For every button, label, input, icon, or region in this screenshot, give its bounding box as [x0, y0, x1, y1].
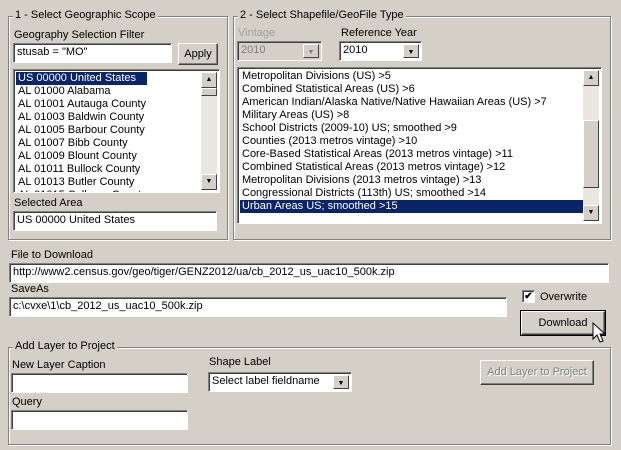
saveas-field[interactable]: c:\cvxe\1\cb_2012_us_uac10_500k.zip	[9, 297, 507, 317]
geography-list[interactable]: US 00000 United States AL 01000 Alabama AL…	[13, 69, 220, 193]
scroll-down-icon[interactable]: ▼	[201, 174, 217, 190]
vintage-select: 2010 ▼	[237, 41, 322, 61]
add-layer-button: Add Layer to Project	[480, 360, 594, 385]
chevron-down-icon[interactable]: ▼	[403, 44, 419, 58]
scroll-thumb[interactable]	[583, 120, 599, 188]
chevron-down-icon[interactable]: ▼	[333, 375, 349, 389]
add-layer-legend: Add Layer to Project	[13, 340, 117, 352]
list-item[interactable]: AL 01007 Bibb County	[16, 137, 147, 150]
filter-label: Geography Selection Filter	[14, 29, 145, 41]
list-item[interactable]: AL 01009 Blount County	[16, 150, 147, 163]
shape-label-value: Select label fieldname	[212, 375, 320, 387]
file-to-download-label: File to Download	[11, 249, 93, 261]
list-item[interactable]: AL 01015 Calhoun County	[16, 189, 147, 192]
vintage-value: 2010	[241, 44, 266, 56]
list-item[interactable]: AL 01013 Butler County	[16, 176, 147, 189]
reference-year-value: 2010	[343, 44, 368, 56]
new-layer-caption-label: New Layer Caption	[12, 359, 106, 371]
shapefile-type-legend: 2 - Select Shapefile/GeoFile Type	[238, 9, 406, 21]
list-item[interactable]: Congressional Districts (113th) US; smoo…	[240, 187, 583, 200]
reference-year-label: Reference Year	[341, 27, 417, 39]
reference-year-select[interactable]: 2010 ▼	[339, 41, 422, 61]
new-layer-caption-input[interactable]	[11, 373, 188, 393]
scroll-up-icon[interactable]: ▲	[583, 70, 599, 86]
query-input[interactable]	[11, 410, 188, 430]
shape-label-select[interactable]: Select label fieldname ▼	[208, 372, 352, 392]
apply-button[interactable]: Apply	[178, 43, 218, 65]
selected-area-label: Selected Area	[14, 197, 83, 209]
overwrite-label: Overwrite	[540, 291, 588, 303]
selected-area-field[interactable]: US 00000 United States	[13, 211, 217, 231]
list-item[interactable]: Military Areas (US) >8	[240, 109, 583, 122]
list-item[interactable]: Counties (2013 metros vintage) >10	[240, 135, 583, 148]
scroll-down-icon[interactable]: ▼	[583, 205, 599, 221]
query-label: Query	[12, 396, 42, 408]
list-item[interactable]: AL 01003 Baldwin County	[16, 111, 147, 124]
vintage-label: Vintage	[238, 27, 276, 39]
list-item[interactable]: Metropolitan Divisions (US) >5	[240, 70, 583, 83]
shapefile-list-items: Metropolitan Divisions (US) >5 Combined S…	[240, 70, 583, 213]
list-item[interactable]: AL 01005 Barbour County	[16, 124, 147, 137]
list-item[interactable]: Urban Areas US; smoothed >15	[240, 200, 583, 213]
list-item[interactable]: Combined Statistical Areas (US) >6	[240, 83, 583, 96]
list-item[interactable]: Metropolitan Divisions (2013 metros vint…	[240, 174, 583, 187]
overwrite-checkbox[interactable]: ✔	[522, 290, 535, 303]
list-item[interactable]: School Districts (2009-10) US; smoothed …	[240, 122, 583, 135]
list-item[interactable]: AL 01011 Bullock County	[16, 163, 147, 176]
chevron-down-icon: ▼	[303, 44, 319, 58]
list-item[interactable]: Core-Based Statistical Areas (2013 metro…	[240, 148, 583, 161]
list-item[interactable]: American Indian/Alaska Native/Native Haw…	[240, 96, 583, 109]
mouse-cursor-icon	[592, 322, 606, 343]
filter-input[interactable]: stusab = "MO"	[13, 43, 172, 63]
list-item[interactable]: AL 01001 Autauga County	[16, 98, 147, 111]
scroll-up-icon[interactable]: ▲	[201, 72, 217, 88]
list-item[interactable]: Combined Statistical Areas (2013 metros …	[240, 161, 583, 174]
shape-label-label: Shape Label	[209, 356, 271, 368]
shapefile-list-scrollbar[interactable]: ▲ ▼	[583, 70, 599, 221]
list-item[interactable]: US 00000 United States	[16, 72, 147, 85]
file-url-field[interactable]: http://www2.census.gov/geo/tiger/GENZ201…	[9, 263, 609, 283]
geography-list-scrollbar[interactable]: ▲ ▼	[201, 72, 217, 190]
saveas-label: SaveAs	[11, 283, 49, 295]
list-item[interactable]: AL 01000 Alabama	[16, 85, 147, 98]
scroll-thumb[interactable]	[201, 88, 217, 96]
geography-list-items: US 00000 United States AL 01000 Alabama AL…	[16, 72, 147, 192]
shapefile-list[interactable]: Metropolitan Divisions (US) >5 Combined S…	[237, 67, 602, 224]
geographic-scope-legend: 1 - Select Geographic Scope	[13, 9, 158, 21]
